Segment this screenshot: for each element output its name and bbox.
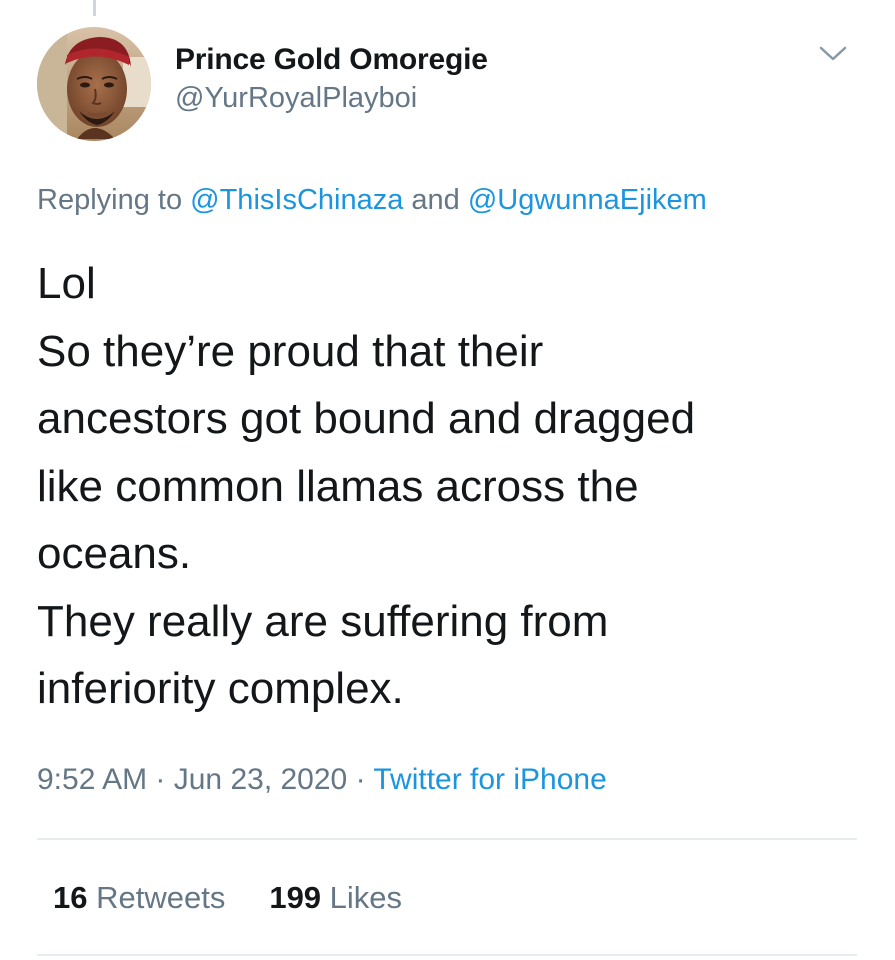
retweets-stat[interactable]: 16 Retweets xyxy=(53,880,225,915)
avatar-photo xyxy=(37,27,151,141)
reply-mention-link[interactable]: @UgwunnaEjikem xyxy=(468,184,707,216)
divider xyxy=(37,838,857,840)
avatar[interactable] xyxy=(37,27,151,141)
thread-connector-line xyxy=(93,0,96,16)
divider xyxy=(37,954,857,956)
replying-to-line: Replying to @ThisIsChinaza and @UgwunnaE… xyxy=(37,180,707,220)
meta-separator: · xyxy=(347,763,374,796)
tweet-text-line: They really are suffering from xyxy=(37,596,609,646)
tweet-text: Lol So they’re proud that their ancestor… xyxy=(37,250,867,723)
meta-separator: · xyxy=(147,763,174,796)
tweet-metadata: 9:52 AM · Jun 23, 2020 · Twitter for iPh… xyxy=(37,760,607,800)
replying-conjunction: and xyxy=(403,184,468,216)
likes-label: Likes xyxy=(321,880,403,915)
chevron-down-icon[interactable] xyxy=(818,42,848,64)
likes-stat[interactable]: 199 Likes xyxy=(269,880,402,915)
tweet-source-link[interactable]: Twitter for iPhone xyxy=(373,763,606,796)
tweet-text-line: like common llamas across the xyxy=(37,461,639,511)
tweet-date[interactable]: Jun 23, 2020 xyxy=(174,763,347,796)
tweet-stats: 16 Retweets 199 Likes xyxy=(53,878,402,918)
tweet-text-line: ancestors got bound and dragged xyxy=(37,394,696,443)
author-block[interactable]: Prince Gold Omoregie @YurRoyalPlayboi xyxy=(175,42,488,116)
replying-to-label: Replying to xyxy=(37,184,191,216)
retweets-count: 16 xyxy=(53,880,88,915)
author-handle[interactable]: @YurRoyalPlayboi xyxy=(175,80,488,116)
reply-mention-link[interactable]: @ThisIsChinaza xyxy=(190,184,403,216)
tweet-text-line: Lol xyxy=(37,259,96,308)
author-display-name[interactable]: Prince Gold Omoregie xyxy=(175,42,488,78)
likes-count: 199 xyxy=(269,880,322,915)
tweet-text-line: oceans. xyxy=(37,529,192,578)
tweet-text-line: inferiority complex. xyxy=(37,664,404,713)
tweet-time[interactable]: 9:52 AM xyxy=(37,763,147,796)
tweet-text-line: So they’re proud that their xyxy=(37,326,544,376)
retweets-label: Retweets xyxy=(87,880,226,915)
